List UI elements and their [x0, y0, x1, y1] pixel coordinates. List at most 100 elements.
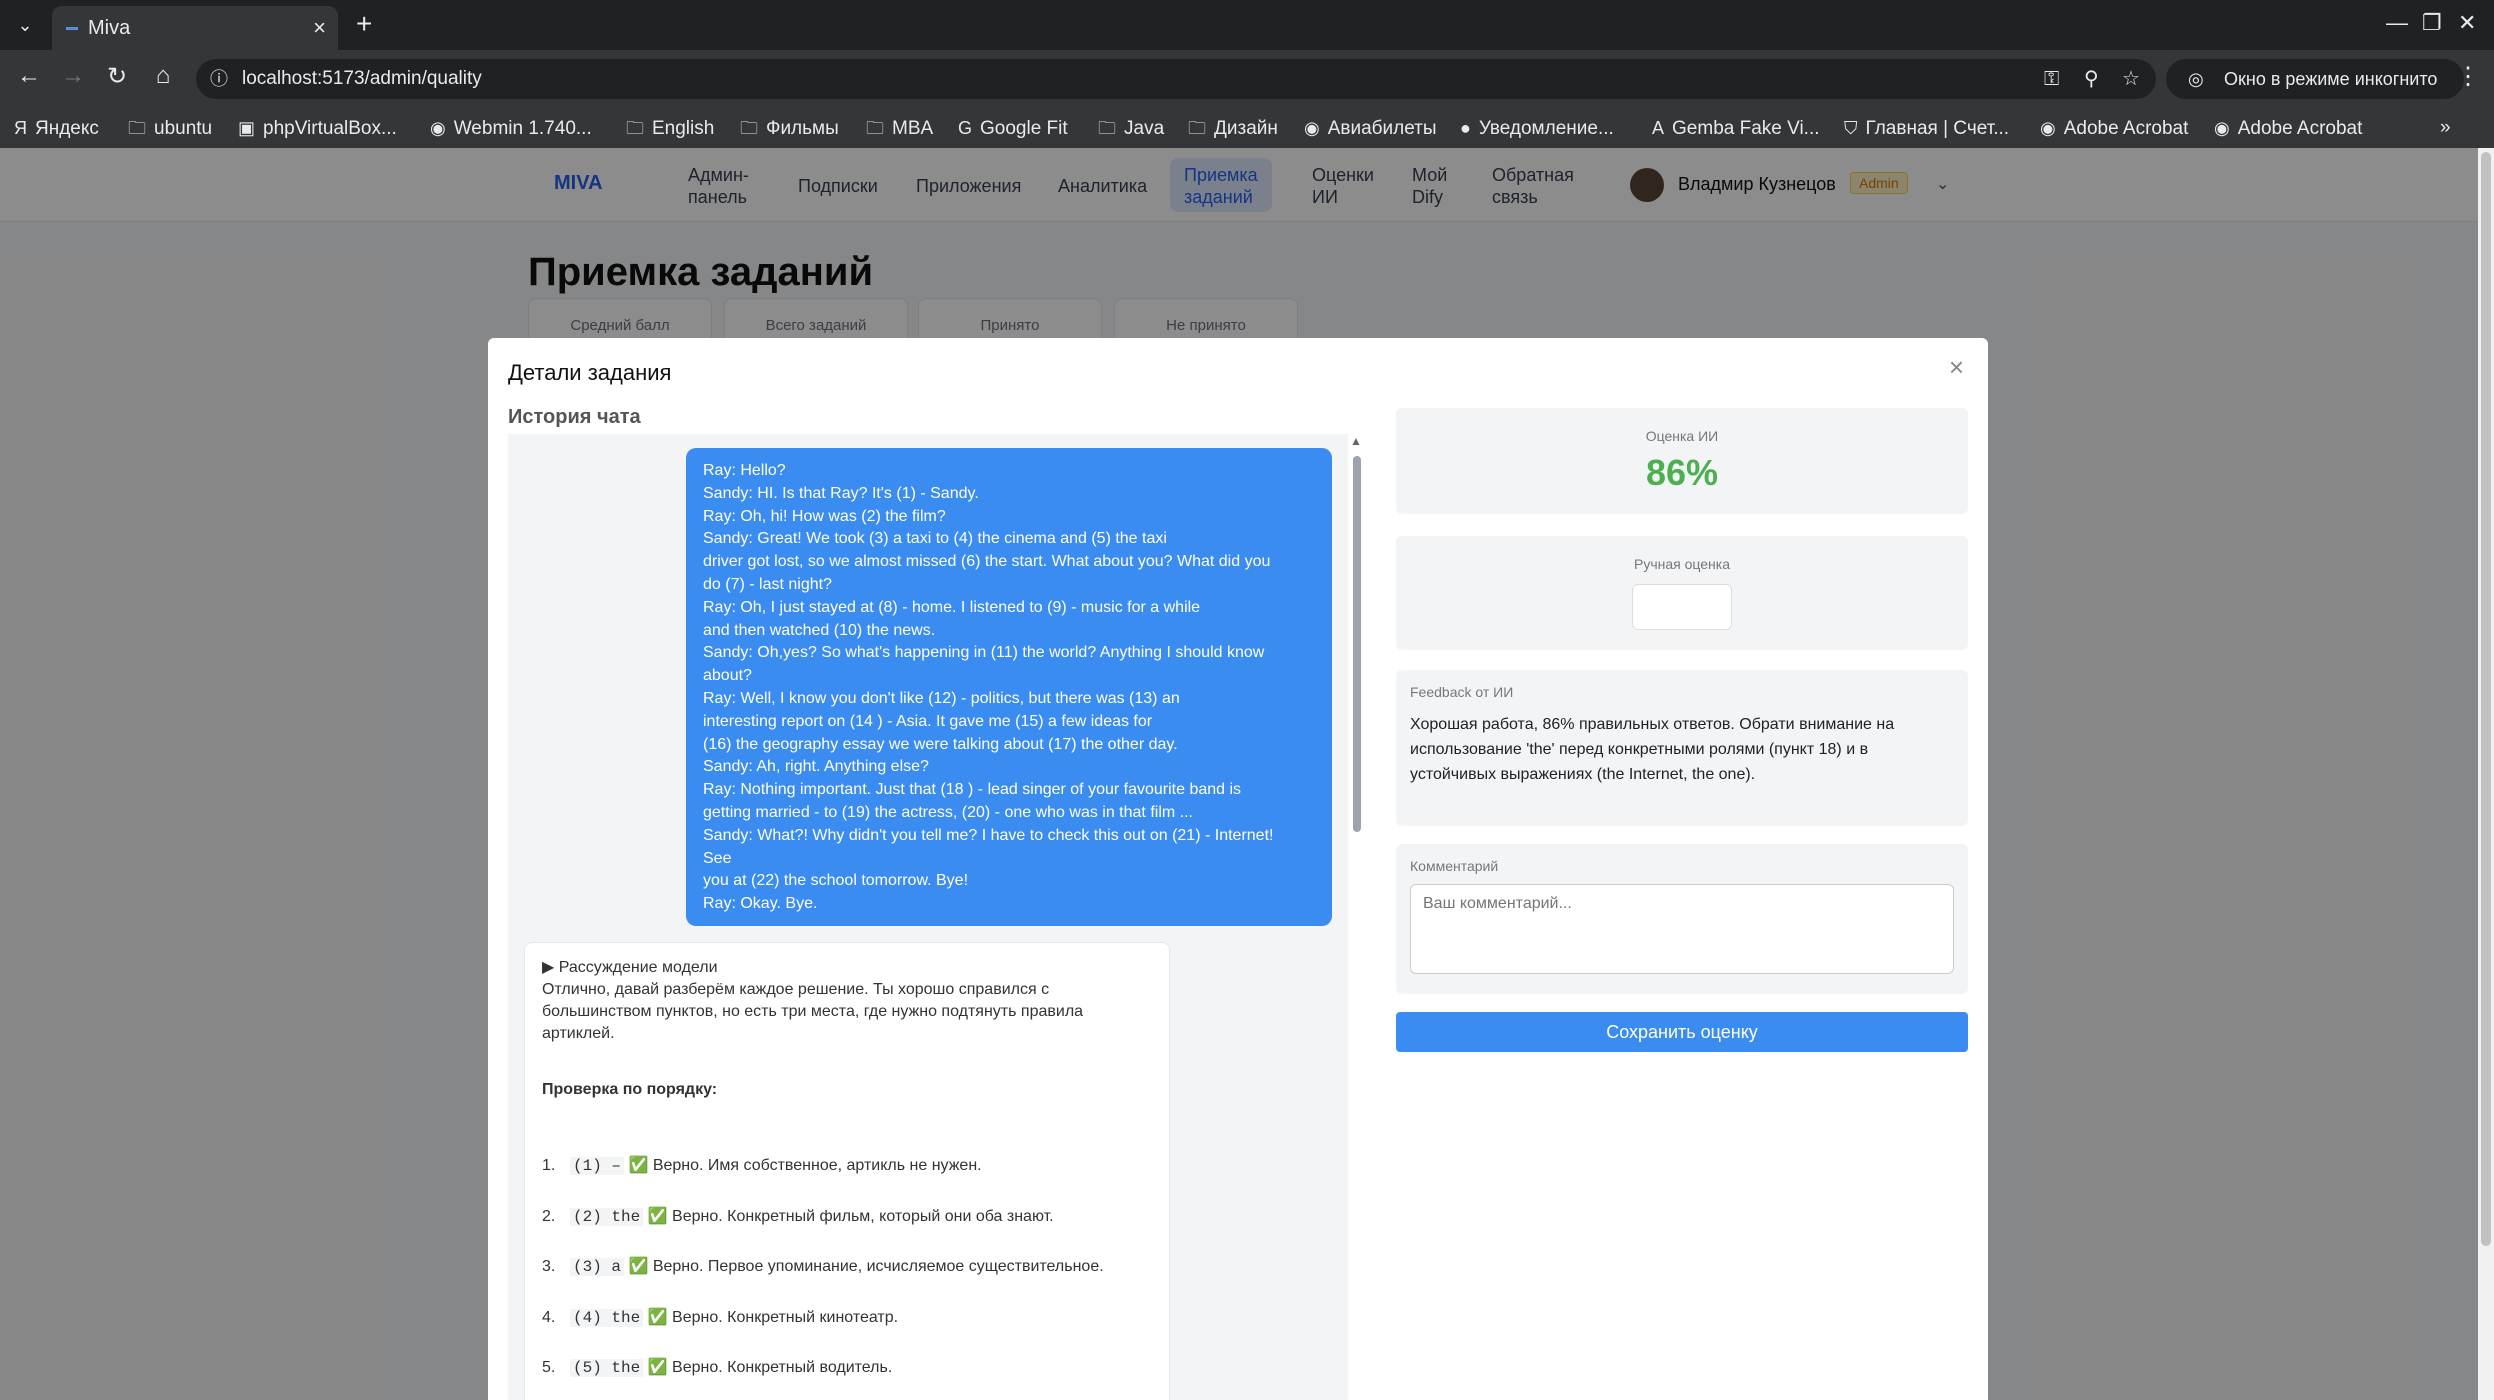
incognito-label: Окно в режиме инкогнито	[2224, 69, 2438, 89]
user-message-bubble: Ray: Hello? Sandy: HI. Is that Ray? It's…	[686, 448, 1332, 926]
ai-feedback-label: Feedback от ИИ	[1410, 684, 1514, 700]
back-icon[interactable]: ←	[12, 62, 46, 90]
browser-tab-strip: ⌄ Miva × + — ❐ ✕	[0, 0, 2494, 50]
answer-code: (4) the	[570, 1309, 644, 1327]
message-line: and then watched (10) the news.	[703, 621, 936, 639]
bookmark-item[interactable]: 🗀 English	[626, 108, 714, 148]
reasoning-intro: Отлично, давай разберём каждое решение. …	[542, 981, 1084, 1042]
message-line: Sandy: What?! Why didn't you tell me? I …	[703, 826, 1274, 844]
google-fit-icon: G	[958, 118, 973, 138]
ai-score-card: Оценка ИИ 86%	[1396, 408, 1968, 514]
globe-icon: ◉	[2214, 118, 2230, 138]
restore-icon[interactable]: ❐	[2422, 10, 2442, 36]
globe-icon: ◉	[2040, 118, 2056, 138]
forward-icon[interactable]: →	[56, 62, 90, 90]
minimize-icon[interactable]: —	[2386, 10, 2408, 36]
reasoning-toggle[interactable]: ▶ Рассуждение модели	[542, 957, 1152, 977]
site-info-icon[interactable]: ⓘ	[210, 59, 228, 99]
bookmark-item[interactable]: 🗀 Дизайн	[1188, 108, 1278, 148]
chat-scrollbar-thumb[interactable]	[1353, 456, 1361, 832]
message-line: Ray: Well, I know you don't like (12) - …	[703, 689, 1180, 707]
bookmarks-bar: Я Яндекс 🗀 ubuntu ▣ phpVirtualBox... ◉ Webmi…	[0, 108, 2494, 148]
bookmark-item[interactable]: ◉ Adobe Acrobat	[2040, 108, 2188, 148]
globe-icon: ◉	[1304, 118, 1320, 138]
ai-feedback-card: Feedback от ИИ Хорошая работа, 86% прави…	[1396, 670, 1968, 826]
folder-icon: 🗀	[740, 118, 758, 138]
incognito-icon: ◎	[2188, 69, 2204, 89]
message-line: Ray: Oh, hi! How was (2) the film?	[703, 507, 946, 525]
bookmark-item[interactable]: ◉ Adobe Acrobat	[2214, 108, 2362, 148]
page-scrollbar-thumb[interactable]	[2481, 152, 2491, 1246]
list-item: 2. (2) the ✅ Верно. Конкретный фильм, кот…	[542, 1208, 1054, 1226]
password-key-icon[interactable]: ⚿	[2044, 59, 2059, 99]
chat-history-heading: История чата	[508, 406, 641, 428]
message-line: Ray: Nothing important. Just that (18 ) …	[703, 781, 1242, 799]
folder-icon: 🗀	[626, 118, 644, 138]
browser-menu-icon[interactable]: ⋮	[2456, 62, 2480, 91]
bookmarks-overflow-icon[interactable]: »	[2440, 108, 2451, 148]
bookmark-item[interactable]: ◉ Авиабилеты	[1304, 108, 1437, 148]
model-reasoning-card: ▶ Рассуждение модели Отлично, давай разб…	[524, 942, 1170, 1400]
manual-score-card: Ручная оценка	[1396, 536, 1968, 650]
tab-search-icon[interactable]: ⌄	[10, 12, 40, 38]
url-field[interactable]: ⓘ localhost:5173/admin/quality ⚿ ⚲ ☆	[196, 59, 2156, 99]
message-line: (16) the geography essay we were talking…	[703, 735, 1178, 753]
bookmark-item[interactable]: 🗀 Java	[1098, 108, 1164, 148]
folder-icon: 🗀	[866, 118, 884, 138]
message-line: Ray: Hello?	[703, 462, 786, 479]
zoom-icon[interactable]: ⚲	[2084, 59, 2099, 99]
message-line: do (7) - last night?	[703, 575, 832, 593]
folder-icon: 🗀	[128, 118, 146, 138]
message-line: you at (22) the school tomorrow. Bye!	[703, 872, 969, 890]
page-scrollbar[interactable]	[2478, 148, 2494, 1400]
message-line: about?	[703, 667, 752, 685]
ai-score-value: 86%	[1645, 452, 1719, 493]
ai-feedback-text: Хорошая работа, 86% правильных ответов. …	[1410, 716, 1895, 783]
close-icon[interactable]: ×	[1949, 352, 1964, 383]
bookmark-item[interactable]: Я Яндекс	[14, 108, 99, 148]
bookmark-item[interactable]: ⛉ Главная | Счет...	[1844, 108, 2009, 148]
bookmark-item[interactable]: ● Уведомление...	[1460, 108, 1614, 148]
tab-title: Miva	[88, 17, 131, 39]
answer-code: (1) –	[570, 1157, 625, 1175]
message-line: Sandy: Ah, right. Anything else?	[703, 758, 929, 776]
bookmark-item[interactable]: 🗀 MBA	[866, 108, 933, 148]
ai-score-label: Оценка ИИ	[1645, 428, 1719, 444]
new-tab-icon[interactable]: +	[356, 8, 372, 40]
flag-icon: ●	[1460, 118, 1471, 138]
answer-code: (3) a	[570, 1258, 625, 1276]
bookmark-star-icon[interactable]: ☆	[2122, 59, 2140, 99]
comment-field[interactable]	[1410, 884, 1954, 974]
message-line: Ray: Okay. Bye.	[703, 895, 818, 913]
bookmark-item[interactable]: 🗀 ubuntu	[128, 108, 212, 148]
bookmark-item[interactable]: ◉ Webmin 1.740...	[430, 108, 592, 148]
incognito-indicator[interactable]: ◎ Окно в режиме инкогнито	[2166, 59, 2464, 99]
message-line: Sandy: Oh,yes? So what's happening in (1…	[703, 644, 1265, 662]
window-close-icon[interactable]: ✕	[2458, 10, 2476, 36]
chat-history-panel[interactable]: Ray: Hello? Sandy: HI. Is that Ray? It's…	[508, 434, 1348, 1400]
manual-score-input[interactable]	[1632, 584, 1732, 630]
tab-close-icon[interactable]: ×	[313, 6, 326, 50]
message-line: Sandy: Great! We took (3) a taxi to (4) …	[703, 530, 1167, 548]
message-line: interesting report on (14 ) - Asia. It g…	[703, 712, 1153, 730]
bookmark-item[interactable]: A Gemba Fake Vi...	[1652, 108, 1820, 148]
folder-icon: 🗀	[1188, 118, 1206, 138]
bookmark-item[interactable]: ▣ phpVirtualBox...	[238, 108, 397, 148]
home-icon[interactable]: ⌂	[146, 62, 180, 90]
reasoning-check-heading: Проверка по порядку:	[542, 1081, 718, 1098]
list-item: 5. (5) the ✅ Верно. Конкретный водитель.	[542, 1359, 893, 1377]
message-line: getting married - to (19) the actress, (…	[703, 803, 1193, 821]
reload-icon[interactable]: ↻	[100, 62, 134, 91]
bookmark-item[interactable]: 🗀 Фильмы	[740, 108, 839, 148]
chat-scrollbar[interactable]: ▲	[1350, 434, 1364, 1400]
yandex-icon: Я	[14, 118, 27, 138]
message-line: See	[703, 849, 732, 867]
folder-icon: 🗀	[1098, 118, 1116, 138]
save-score-button[interactable]: Сохранить оценку	[1396, 1012, 1968, 1052]
bookmark-item[interactable]: G Google Fit	[958, 108, 1068, 148]
browser-tab[interactable]: Miva ×	[52, 6, 338, 50]
scroll-up-icon[interactable]: ▲	[1350, 434, 1362, 448]
list-item: 1. (1) – ✅ Верно. Имя собственное, артикл…	[542, 1157, 982, 1175]
manual-score-label: Ручная оценка	[1633, 556, 1730, 572]
comment-label: Комментарий	[1410, 858, 1499, 874]
